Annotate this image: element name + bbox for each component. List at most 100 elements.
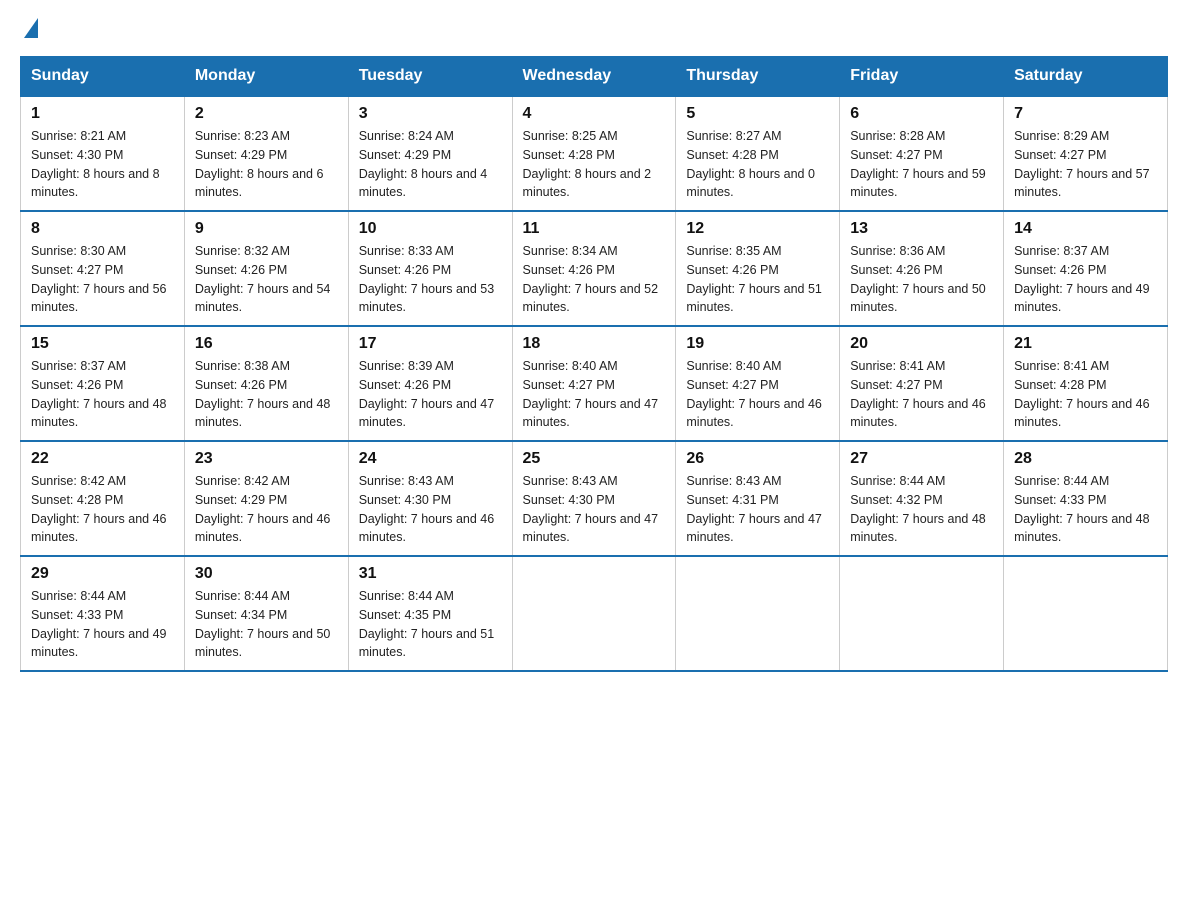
day-info: Sunrise: 8:36 AMSunset: 4:26 PMDaylight:… xyxy=(850,244,986,314)
calendar-cell: 28 Sunrise: 8:44 AMSunset: 4:33 PMDaylig… xyxy=(1004,441,1168,556)
day-number: 7 xyxy=(1014,105,1157,123)
day-number: 26 xyxy=(686,450,829,468)
calendar-week-row: 15 Sunrise: 8:37 AMSunset: 4:26 PMDaylig… xyxy=(21,326,1168,441)
calendar-cell: 3 Sunrise: 8:24 AMSunset: 4:29 PMDayligh… xyxy=(348,96,512,211)
day-number: 15 xyxy=(31,335,174,353)
calendar-cell: 19 Sunrise: 8:40 AMSunset: 4:27 PMDaylig… xyxy=(676,326,840,441)
calendar-header-row: SundayMondayTuesdayWednesdayThursdayFrid… xyxy=(21,57,1168,97)
day-number: 23 xyxy=(195,450,338,468)
day-info: Sunrise: 8:33 AMSunset: 4:26 PMDaylight:… xyxy=(359,244,495,314)
weekday-header-tuesday: Tuesday xyxy=(348,57,512,97)
calendar-cell: 13 Sunrise: 8:36 AMSunset: 4:26 PMDaylig… xyxy=(840,211,1004,326)
calendar-cell: 18 Sunrise: 8:40 AMSunset: 4:27 PMDaylig… xyxy=(512,326,676,441)
day-info: Sunrise: 8:44 AMSunset: 4:33 PMDaylight:… xyxy=(1014,474,1150,544)
day-info: Sunrise: 8:37 AMSunset: 4:26 PMDaylight:… xyxy=(31,359,167,429)
day-number: 6 xyxy=(850,105,993,123)
calendar-cell: 22 Sunrise: 8:42 AMSunset: 4:28 PMDaylig… xyxy=(21,441,185,556)
calendar-cell: 30 Sunrise: 8:44 AMSunset: 4:34 PMDaylig… xyxy=(184,556,348,671)
calendar-cell: 29 Sunrise: 8:44 AMSunset: 4:33 PMDaylig… xyxy=(21,556,185,671)
day-info: Sunrise: 8:42 AMSunset: 4:28 PMDaylight:… xyxy=(31,474,167,544)
day-number: 10 xyxy=(359,220,502,238)
calendar-table: SundayMondayTuesdayWednesdayThursdayFrid… xyxy=(20,56,1168,672)
calendar-cell: 4 Sunrise: 8:25 AMSunset: 4:28 PMDayligh… xyxy=(512,96,676,211)
day-number: 18 xyxy=(523,335,666,353)
calendar-week-row: 22 Sunrise: 8:42 AMSunset: 4:28 PMDaylig… xyxy=(21,441,1168,556)
calendar-week-row: 8 Sunrise: 8:30 AMSunset: 4:27 PMDayligh… xyxy=(21,211,1168,326)
day-number: 8 xyxy=(31,220,174,238)
calendar-cell xyxy=(676,556,840,671)
day-info: Sunrise: 8:27 AMSunset: 4:28 PMDaylight:… xyxy=(686,129,815,199)
day-number: 12 xyxy=(686,220,829,238)
day-number: 25 xyxy=(523,450,666,468)
calendar-cell: 8 Sunrise: 8:30 AMSunset: 4:27 PMDayligh… xyxy=(21,211,185,326)
calendar-cell: 15 Sunrise: 8:37 AMSunset: 4:26 PMDaylig… xyxy=(21,326,185,441)
day-number: 3 xyxy=(359,105,502,123)
weekday-header-monday: Monday xyxy=(184,57,348,97)
day-number: 9 xyxy=(195,220,338,238)
day-info: Sunrise: 8:43 AMSunset: 4:30 PMDaylight:… xyxy=(359,474,495,544)
calendar-cell: 6 Sunrise: 8:28 AMSunset: 4:27 PMDayligh… xyxy=(840,96,1004,211)
calendar-cell: 10 Sunrise: 8:33 AMSunset: 4:26 PMDaylig… xyxy=(348,211,512,326)
calendar-cell: 7 Sunrise: 8:29 AMSunset: 4:27 PMDayligh… xyxy=(1004,96,1168,211)
day-number: 29 xyxy=(31,565,174,583)
calendar-cell xyxy=(512,556,676,671)
day-info: Sunrise: 8:21 AMSunset: 4:30 PMDaylight:… xyxy=(31,129,160,199)
day-info: Sunrise: 8:37 AMSunset: 4:26 PMDaylight:… xyxy=(1014,244,1150,314)
day-number: 24 xyxy=(359,450,502,468)
calendar-cell xyxy=(840,556,1004,671)
weekday-header-thursday: Thursday xyxy=(676,57,840,97)
day-number: 21 xyxy=(1014,335,1157,353)
calendar-cell: 12 Sunrise: 8:35 AMSunset: 4:26 PMDaylig… xyxy=(676,211,840,326)
day-number: 31 xyxy=(359,565,502,583)
day-number: 11 xyxy=(523,220,666,238)
day-info: Sunrise: 8:29 AMSunset: 4:27 PMDaylight:… xyxy=(1014,129,1150,199)
page-header xyxy=(20,20,1168,40)
calendar-cell: 2 Sunrise: 8:23 AMSunset: 4:29 PMDayligh… xyxy=(184,96,348,211)
day-info: Sunrise: 8:40 AMSunset: 4:27 PMDaylight:… xyxy=(523,359,659,429)
day-info: Sunrise: 8:43 AMSunset: 4:30 PMDaylight:… xyxy=(523,474,659,544)
day-number: 14 xyxy=(1014,220,1157,238)
day-info: Sunrise: 8:25 AMSunset: 4:28 PMDaylight:… xyxy=(523,129,652,199)
weekday-header-wednesday: Wednesday xyxy=(512,57,676,97)
day-number: 2 xyxy=(195,105,338,123)
day-info: Sunrise: 8:35 AMSunset: 4:26 PMDaylight:… xyxy=(686,244,822,314)
calendar-cell: 16 Sunrise: 8:38 AMSunset: 4:26 PMDaylig… xyxy=(184,326,348,441)
day-info: Sunrise: 8:30 AMSunset: 4:27 PMDaylight:… xyxy=(31,244,167,314)
day-info: Sunrise: 8:39 AMSunset: 4:26 PMDaylight:… xyxy=(359,359,495,429)
day-number: 17 xyxy=(359,335,502,353)
day-info: Sunrise: 8:38 AMSunset: 4:26 PMDaylight:… xyxy=(195,359,331,429)
calendar-cell xyxy=(1004,556,1168,671)
day-info: Sunrise: 8:44 AMSunset: 4:32 PMDaylight:… xyxy=(850,474,986,544)
calendar-cell: 27 Sunrise: 8:44 AMSunset: 4:32 PMDaylig… xyxy=(840,441,1004,556)
calendar-cell: 9 Sunrise: 8:32 AMSunset: 4:26 PMDayligh… xyxy=(184,211,348,326)
day-info: Sunrise: 8:40 AMSunset: 4:27 PMDaylight:… xyxy=(686,359,822,429)
day-info: Sunrise: 8:34 AMSunset: 4:26 PMDaylight:… xyxy=(523,244,659,314)
day-info: Sunrise: 8:44 AMSunset: 4:34 PMDaylight:… xyxy=(195,589,331,659)
calendar-cell: 26 Sunrise: 8:43 AMSunset: 4:31 PMDaylig… xyxy=(676,441,840,556)
day-number: 27 xyxy=(850,450,993,468)
calendar-week-row: 1 Sunrise: 8:21 AMSunset: 4:30 PMDayligh… xyxy=(21,96,1168,211)
logo-triangle-icon xyxy=(24,18,38,38)
day-number: 30 xyxy=(195,565,338,583)
calendar-cell: 20 Sunrise: 8:41 AMSunset: 4:27 PMDaylig… xyxy=(840,326,1004,441)
calendar-cell: 21 Sunrise: 8:41 AMSunset: 4:28 PMDaylig… xyxy=(1004,326,1168,441)
weekday-header-friday: Friday xyxy=(840,57,1004,97)
calendar-cell: 25 Sunrise: 8:43 AMSunset: 4:30 PMDaylig… xyxy=(512,441,676,556)
day-info: Sunrise: 8:23 AMSunset: 4:29 PMDaylight:… xyxy=(195,129,324,199)
calendar-cell: 1 Sunrise: 8:21 AMSunset: 4:30 PMDayligh… xyxy=(21,96,185,211)
day-number: 4 xyxy=(523,105,666,123)
day-number: 28 xyxy=(1014,450,1157,468)
calendar-cell: 5 Sunrise: 8:27 AMSunset: 4:28 PMDayligh… xyxy=(676,96,840,211)
day-info: Sunrise: 8:43 AMSunset: 4:31 PMDaylight:… xyxy=(686,474,822,544)
day-info: Sunrise: 8:28 AMSunset: 4:27 PMDaylight:… xyxy=(850,129,986,199)
day-info: Sunrise: 8:41 AMSunset: 4:27 PMDaylight:… xyxy=(850,359,986,429)
day-number: 1 xyxy=(31,105,174,123)
day-info: Sunrise: 8:32 AMSunset: 4:26 PMDaylight:… xyxy=(195,244,331,314)
calendar-cell: 31 Sunrise: 8:44 AMSunset: 4:35 PMDaylig… xyxy=(348,556,512,671)
weekday-header-saturday: Saturday xyxy=(1004,57,1168,97)
day-info: Sunrise: 8:44 AMSunset: 4:33 PMDaylight:… xyxy=(31,589,167,659)
logo xyxy=(20,20,38,40)
calendar-cell: 14 Sunrise: 8:37 AMSunset: 4:26 PMDaylig… xyxy=(1004,211,1168,326)
day-number: 22 xyxy=(31,450,174,468)
day-number: 19 xyxy=(686,335,829,353)
